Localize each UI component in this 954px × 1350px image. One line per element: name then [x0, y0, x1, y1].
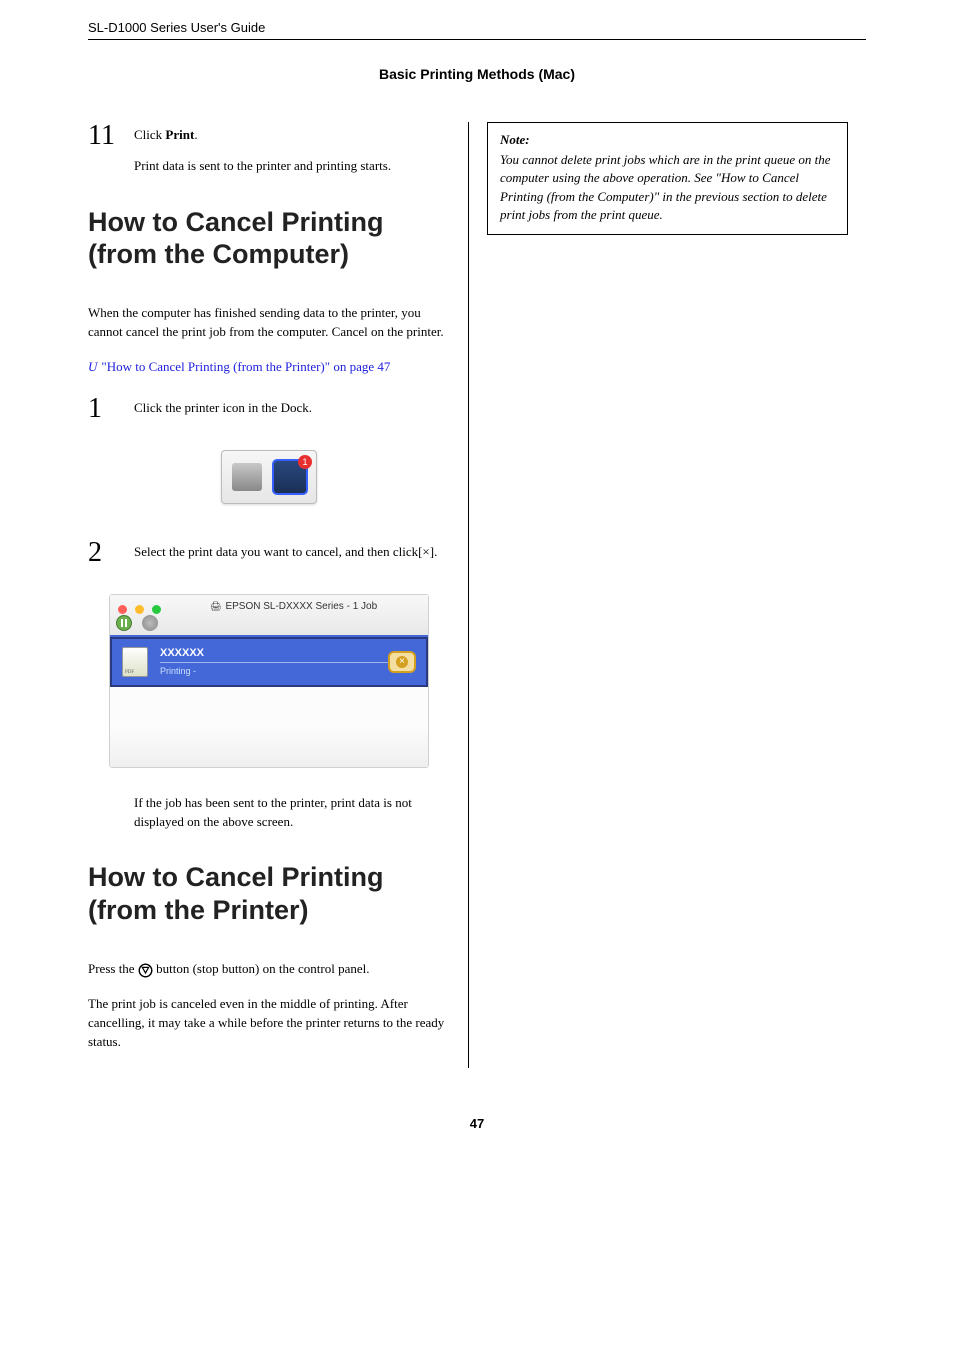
step-number: 2	[88, 539, 134, 567]
right-column: Note: You cannot delete print jobs which…	[468, 122, 848, 1068]
cancel-job-x-icon: ×	[396, 656, 408, 668]
note-box: Note: You cannot delete print jobs which…	[487, 122, 848, 235]
para-press-suffix: button (stop button) on the control pane…	[153, 961, 370, 976]
section-title: Basic Printing Methods (Mac)	[88, 66, 866, 82]
step-11-prefix: Click	[134, 127, 165, 142]
step-number: 11	[88, 122, 134, 150]
maximize-window-icon	[152, 605, 161, 614]
print-bold: Print	[165, 127, 194, 142]
step-2-text: Select the print data you want to cancel…	[134, 543, 450, 562]
note-body: You cannot delete print jobs which are i…	[500, 151, 835, 224]
step-11-line2: Print data is sent to the printer and pr…	[134, 157, 450, 176]
window-title: EPSON SL-DXXXX Series - 1 Job	[210, 601, 377, 612]
dock-badge: 1	[298, 455, 312, 469]
minimize-window-icon	[135, 605, 144, 614]
step-number: 1	[88, 395, 134, 423]
heading-cancel-computer: How to Cancel Printing (from the Compute…	[88, 206, 450, 271]
step-2-after: If the job has been sent to the printer,…	[88, 790, 450, 844]
step-2-after-text: If the job has been sent to the printer,…	[134, 794, 450, 832]
step-11-suffix: .	[194, 127, 197, 142]
para-press-prefix: Press the	[88, 961, 138, 976]
step-1-text: Click the printer icon in the Dock.	[134, 399, 450, 418]
para-press-button: Press the button (stop button) on the co…	[88, 960, 450, 979]
window-titlebar: EPSON SL-DXXXX Series - 1 Job	[110, 595, 428, 637]
step-11-line1: Click Print.	[134, 126, 450, 145]
step-1: 1 Click the printer icon in the Dock.	[88, 395, 450, 430]
xref-text: "How to Cancel Printing (from the Printe…	[101, 359, 390, 374]
gear-icon	[142, 615, 158, 631]
para-finish-sending: When the computer has finished sending d…	[88, 304, 450, 342]
print-job-row: XXXXXX Printing - ×	[110, 637, 428, 687]
stop-button-icon	[138, 963, 153, 978]
guide-header: SL-D1000 Series User's Guide	[88, 20, 866, 40]
heading-cancel-printer: How to Cancel Printing (from the Printer…	[88, 861, 450, 926]
queue-empty-area	[110, 687, 428, 767]
left-column: 11 Click Print. Print data is sent to th…	[88, 122, 468, 1068]
job-thumbnail	[122, 647, 148, 677]
dock-bg-icon	[232, 463, 262, 491]
xref-icon: U	[88, 358, 97, 377]
job-status: Printing -	[160, 666, 388, 676]
step-11: 11 Click Print. Print data is sent to th…	[88, 122, 450, 188]
step-2: 2 Select the print data you want to canc…	[88, 539, 450, 574]
pause-icon	[116, 615, 132, 631]
cross-reference-link[interactable]: U "How to Cancel Printing (from the Print…	[88, 358, 450, 377]
close-window-icon	[118, 605, 127, 614]
para-cancel-middle: The print job is canceled even in the mi…	[88, 995, 450, 1052]
dock-screenshot: 1	[88, 450, 450, 509]
note-title: Note:	[500, 131, 835, 149]
print-queue-window: EPSON SL-DXXXX Series - 1 Job XXXXXX Pri…	[109, 594, 429, 768]
job-name: XXXXXX	[160, 647, 388, 659]
page-number: 47	[88, 1116, 866, 1131]
cancel-job-button-highlight: ×	[388, 651, 416, 673]
